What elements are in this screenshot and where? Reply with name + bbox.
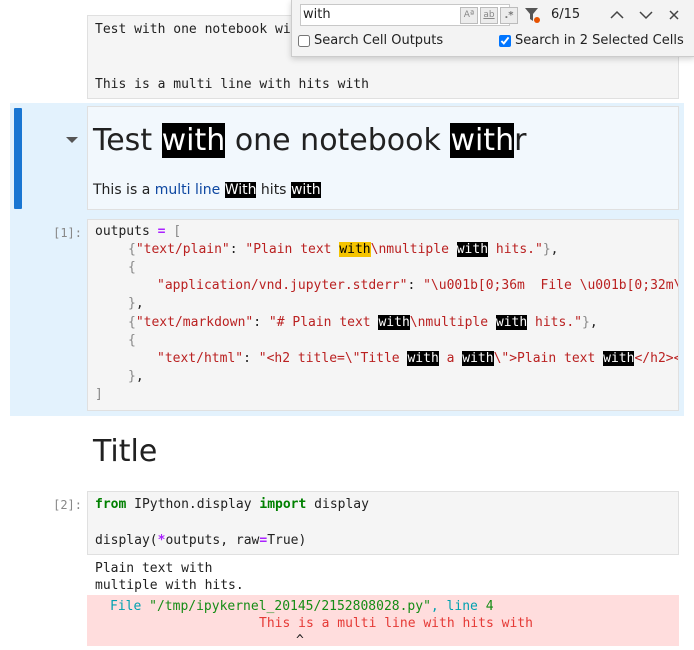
output-line: multiple with hits. <box>95 578 244 593</box>
search-selected-label: Search in 2 Selected Cells <box>515 33 684 48</box>
execution-count: [1]: <box>53 226 82 240</box>
match-highlight: with <box>603 351 635 366</box>
code-line: Test with one notebook wi <box>95 22 291 37</box>
match-highlight: with <box>161 123 226 158</box>
output-text: Plain text with multiple with hits. <box>95 560 244 594</box>
heading-text: Test <box>93 123 162 158</box>
error-line: File "/tmp/ipykernel_20145/2152808028.py… <box>110 599 494 614</box>
paragraph-text: This is a <box>93 182 155 198</box>
code-cell-editor[interactable]: outputs = [ {"text/plain": "Plain text w… <box>87 219 679 411</box>
match-highlight: With <box>224 182 257 198</box>
close-icon[interactable] <box>663 6 685 24</box>
code-line: "text/html": "<h2 title=\"Title with a w… <box>157 351 679 366</box>
paragraph-text: hits <box>256 182 291 198</box>
match-highlight: with <box>450 123 515 158</box>
error-line: This is a multi line with hits with <box>259 616 533 631</box>
filter-icon[interactable] <box>524 6 540 24</box>
code-line: }, <box>128 296 144 311</box>
match-highlight: with <box>290 182 321 198</box>
current-match-highlight: with <box>339 242 371 257</box>
output-line: Plain text with <box>95 561 213 576</box>
search-selected-checkbox[interactable] <box>499 34 511 47</box>
code-line: from IPython.display import display <box>95 497 369 512</box>
code-line: "application/vnd.jupyter.stderr": "\u001… <box>157 278 679 293</box>
title-heading: Title <box>93 434 158 469</box>
match-case-icon[interactable]: Aª <box>460 7 478 24</box>
heading-text: r <box>514 123 527 158</box>
code-line: display(*outputs, raw=True) <box>95 533 307 548</box>
error-caret: ^ <box>296 633 304 648</box>
next-match-icon[interactable] <box>635 6 657 24</box>
paragraph-link[interactable]: multi line <box>155 182 221 198</box>
regex-icon[interactable]: .* <box>500 7 518 24</box>
find-input-value: with <box>303 7 331 22</box>
error-output: File "/tmp/ipykernel_20145/2152808028.py… <box>87 595 679 648</box>
match-highlight: with <box>378 315 410 330</box>
collapse-caret-icon[interactable] <box>66 137 78 143</box>
search-outputs-option[interactable]: Search Cell Outputs <box>298 33 443 48</box>
markdown-heading: Test with one notebook withr <box>93 123 526 159</box>
code-line: This is a multi line with hits with <box>95 77 369 92</box>
markdown-paragraph: This is a multi line With hits with <box>93 181 321 199</box>
match-highlight: with <box>462 351 494 366</box>
code-line: {"text/plain": "Plain text with\nmultipl… <box>128 242 559 257</box>
match-highlight: with <box>495 315 528 330</box>
code-line: { <box>128 333 136 348</box>
match-highlight: with <box>456 242 489 257</box>
code-line: outputs = [ <box>95 224 182 239</box>
search-selected-option[interactable]: Search in 2 Selected Cells <box>499 33 684 48</box>
match-highlight: with <box>407 351 439 366</box>
code-line: {"text/markdown": "# Plain text with\nmu… <box>128 315 598 330</box>
code-line: ] <box>95 387 103 402</box>
find-widget: with Aª ab .* 6/15 Search Cell Outputs S… <box>291 0 694 57</box>
heading-text: one notebook <box>225 123 451 158</box>
active-cell-bar <box>14 108 22 209</box>
code-cell-editor[interactable]: from IPython.display import display disp… <box>87 491 679 555</box>
markdown-cell[interactable]: Test with one notebook withr This is a m… <box>87 106 679 210</box>
match-count: 6/15 <box>551 7 581 22</box>
code-line: }, <box>128 369 144 384</box>
find-input[interactable]: with Aª ab .* <box>300 4 518 26</box>
whole-word-icon[interactable]: ab <box>480 7 498 24</box>
search-outputs-checkbox[interactable] <box>298 34 310 47</box>
previous-match-icon[interactable] <box>606 6 628 24</box>
search-outputs-label: Search Cell Outputs <box>314 33 444 48</box>
execution-count: [2]: <box>53 498 82 512</box>
code-line: { <box>128 260 136 275</box>
